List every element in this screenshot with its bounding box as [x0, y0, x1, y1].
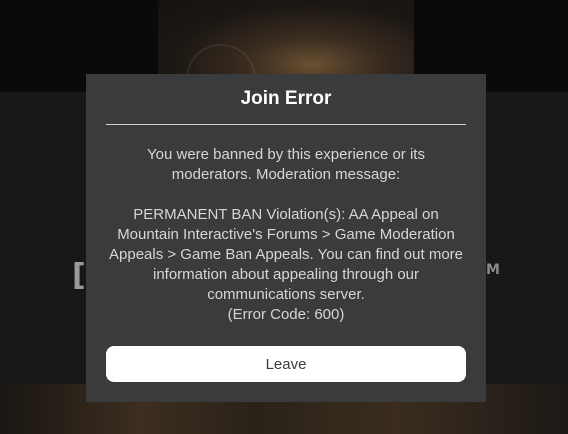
- background-text-right: M: [486, 262, 500, 278]
- leave-button[interactable]: Leave: [106, 346, 466, 382]
- title-divider: [106, 124, 466, 125]
- message-body-line-5: communications server.: [207, 286, 365, 303]
- background-text-left: [: [72, 258, 86, 293]
- dialog-title: Join Error: [240, 88, 332, 109]
- error-message: You were banned by this experience or it…: [106, 145, 466, 325]
- message-body-line-4: information about appealing through our: [152, 266, 420, 283]
- message-body-line-2: Mountain Interactive's Forums > Game Mod…: [117, 226, 455, 243]
- message-intro-line-1: You were banned by this experience or it…: [147, 146, 425, 163]
- message-intro-line-2: moderators. Moderation message:: [171, 166, 401, 183]
- message-body-line-1: PERMANENT BAN Violation(s): AA Appeal on: [133, 206, 439, 223]
- message-body-line-3: Appeals > Game Ban Appeals. You can find…: [109, 246, 463, 263]
- join-error-dialog: Join Error You were banned by this exper…: [86, 74, 486, 402]
- error-code: (Error Code: 600): [227, 306, 345, 323]
